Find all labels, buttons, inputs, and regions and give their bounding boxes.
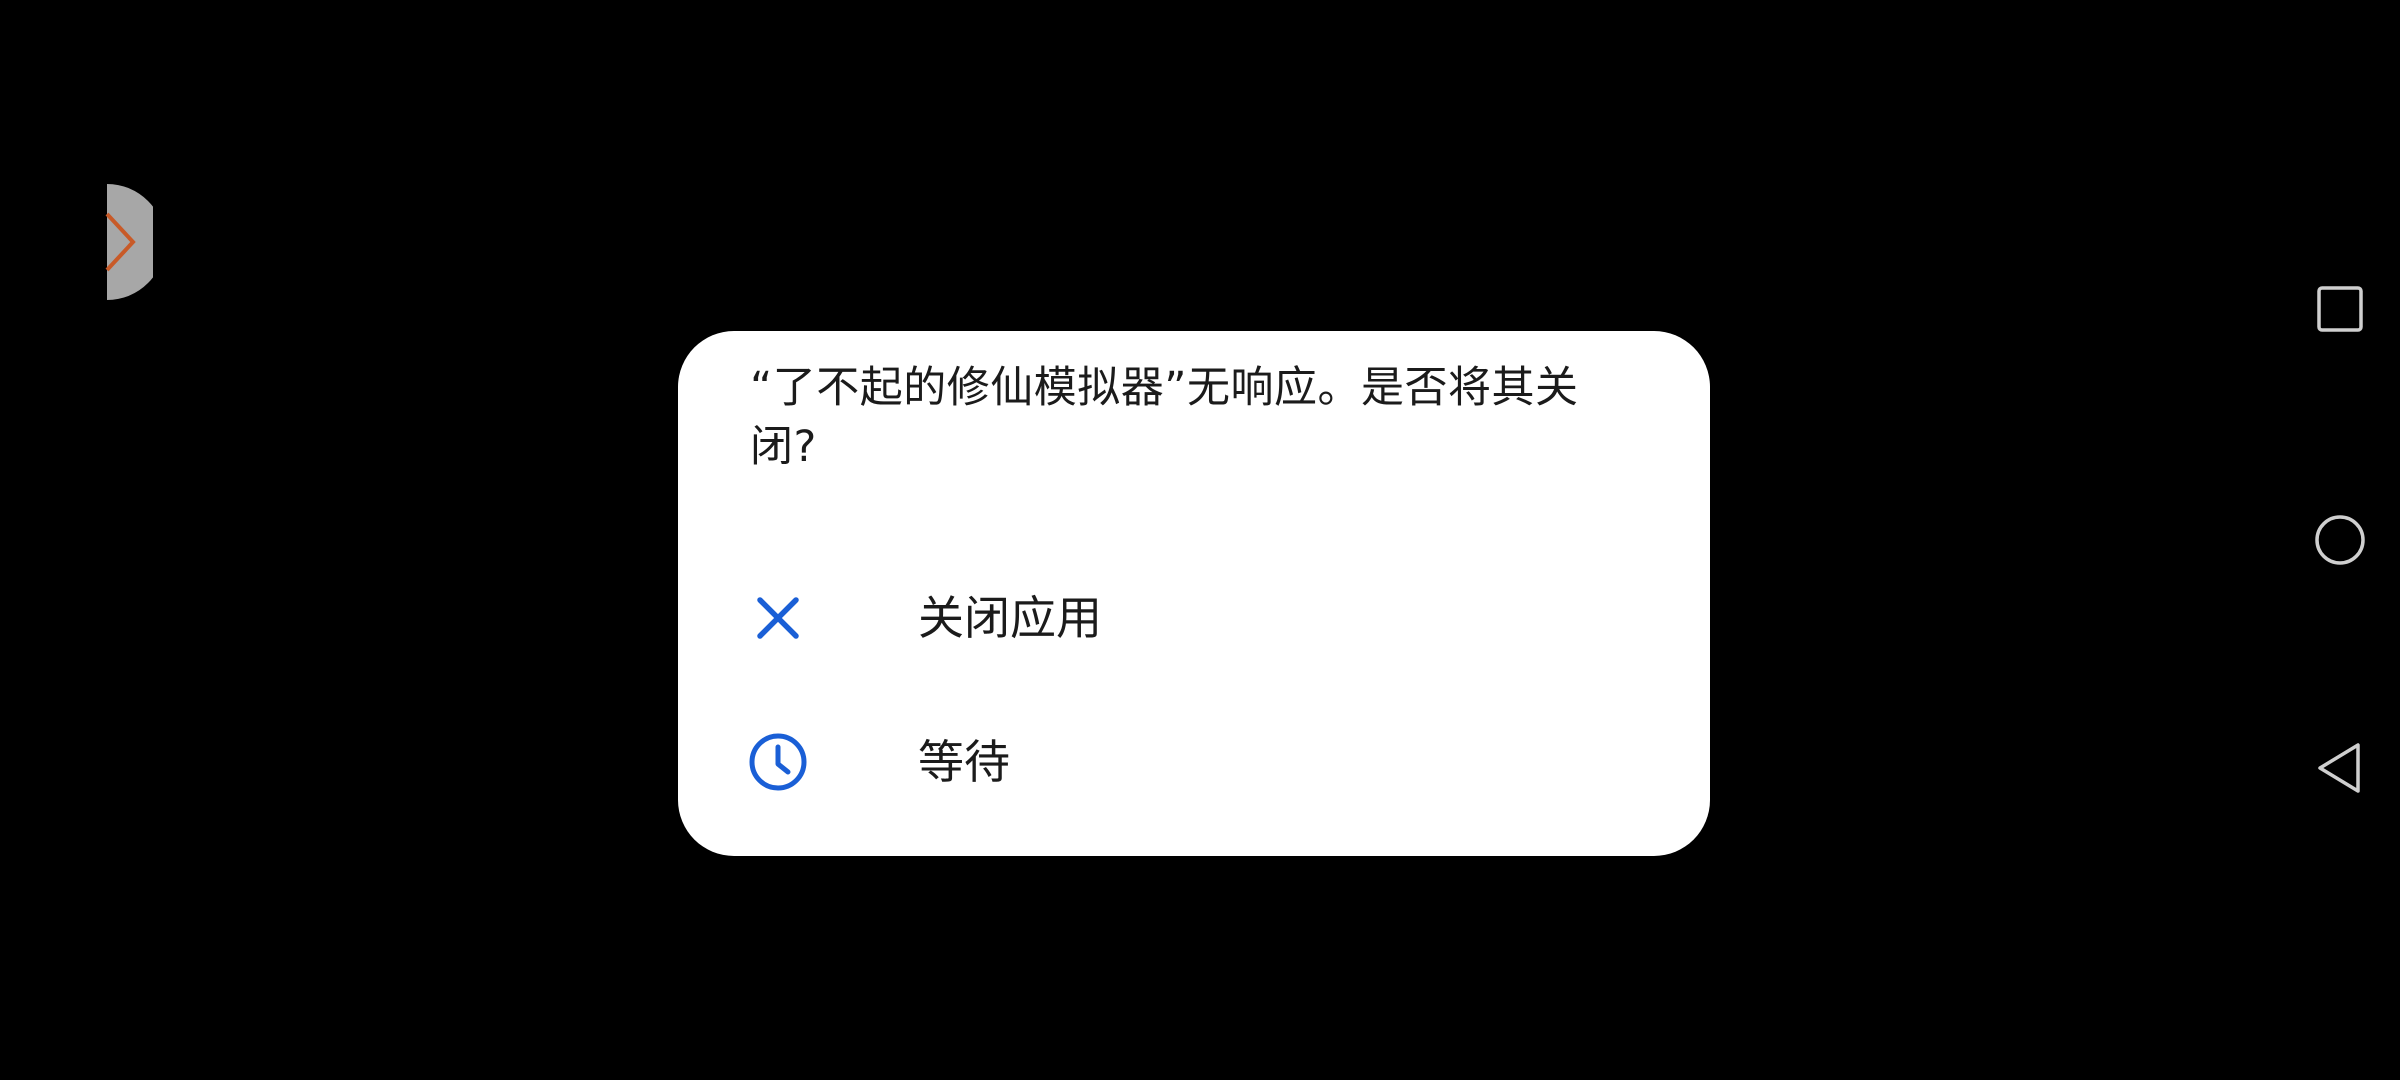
- home-button[interactable]: [2305, 505, 2375, 575]
- close-app-label: 关闭应用: [918, 591, 1102, 645]
- wait-label: 等待: [918, 735, 1010, 789]
- chevron-right-icon: [105, 212, 136, 272]
- triangle-back-icon: [2318, 743, 2360, 793]
- close-app-option[interactable]: 关闭应用: [678, 552, 1710, 684]
- close-icon: [757, 597, 799, 639]
- clock-icon: [749, 733, 807, 791]
- screen: “了不起的修仙模拟器”无响应。是否将其关闭? 关闭应用 等待: [0, 0, 2400, 1080]
- edge-panel-handle[interactable]: [49, 184, 153, 300]
- square-icon: [2317, 286, 2363, 332]
- circle-icon: [2315, 515, 2365, 565]
- wait-option[interactable]: 等待: [678, 696, 1710, 828]
- edge-panel-mask: [49, 184, 107, 300]
- dialog-message: “了不起的修仙模拟器”无响应。是否将其关闭?: [750, 363, 1579, 472]
- back-button[interactable]: [2305, 733, 2375, 803]
- recents-button[interactable]: [2305, 274, 2375, 344]
